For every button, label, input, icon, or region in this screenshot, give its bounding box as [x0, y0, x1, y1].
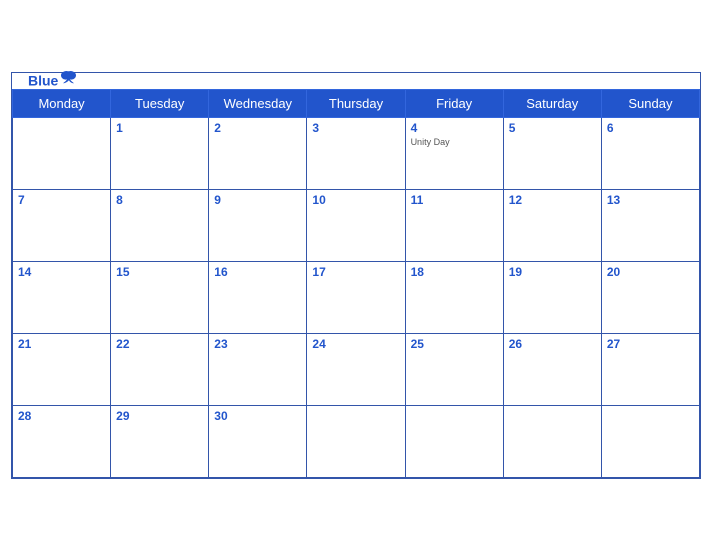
- calendar-cell: 9: [209, 189, 307, 261]
- day-number: 18: [411, 265, 498, 279]
- day-header-saturday: Saturday: [503, 89, 601, 117]
- calendar-header: Blue: [12, 73, 700, 89]
- calendar-cell: 17: [307, 261, 405, 333]
- calendar-cell: 5: [503, 117, 601, 189]
- calendar-cell: 7: [13, 189, 111, 261]
- logo-area: Blue: [28, 73, 58, 88]
- day-number: 24: [312, 337, 399, 351]
- day-header-wednesday: Wednesday: [209, 89, 307, 117]
- day-number: 9: [214, 193, 301, 207]
- calendar-cell: 23: [209, 333, 307, 405]
- calendar-cell: 15: [111, 261, 209, 333]
- week-row-4: 21 22 23 24 25 26 27: [13, 333, 700, 405]
- calendar-cell: 11: [405, 189, 503, 261]
- day-number: 2: [214, 121, 301, 135]
- calendar-cell: 19: [503, 261, 601, 333]
- day-number: 7: [18, 193, 105, 207]
- day-number: 28: [18, 409, 105, 423]
- day-number: 17: [312, 265, 399, 279]
- logo-bird-icon: [60, 69, 78, 87]
- day-number: 21: [18, 337, 105, 351]
- day-number: 25: [411, 337, 498, 351]
- day-header-tuesday: Tuesday: [111, 89, 209, 117]
- calendar-cell: [601, 405, 699, 477]
- calendar-cell: [503, 405, 601, 477]
- calendar-cell: 8: [111, 189, 209, 261]
- calendar-cell: [405, 405, 503, 477]
- day-header-monday: Monday: [13, 89, 111, 117]
- day-header-thursday: Thursday: [307, 89, 405, 117]
- day-number: 16: [214, 265, 301, 279]
- calendar-cell: 16: [209, 261, 307, 333]
- calendar-cell: 18: [405, 261, 503, 333]
- day-number: 15: [116, 265, 203, 279]
- day-number: 1: [116, 121, 203, 135]
- day-number: 6: [607, 121, 694, 135]
- day-number: 3: [312, 121, 399, 135]
- week-row-5: 28 29 30: [13, 405, 700, 477]
- calendar-table: MondayTuesdayWednesdayThursdayFridaySatu…: [12, 89, 700, 478]
- calendar-cell: 26: [503, 333, 601, 405]
- calendar-cell: 1: [111, 117, 209, 189]
- days-header-row: MondayTuesdayWednesdayThursdayFridaySatu…: [13, 89, 700, 117]
- day-number: 5: [509, 121, 596, 135]
- calendar-cell: 24: [307, 333, 405, 405]
- calendar-cell: 25: [405, 333, 503, 405]
- day-number: 19: [509, 265, 596, 279]
- calendar-container: Blue MondayTuesdayWednesdayThursdayFrida…: [11, 72, 701, 479]
- calendar-cell: 27: [601, 333, 699, 405]
- calendar-cell: 28: [13, 405, 111, 477]
- calendar-cell: 30: [209, 405, 307, 477]
- calendar-cell: 20: [601, 261, 699, 333]
- calendar-cell: 12: [503, 189, 601, 261]
- day-number: 20: [607, 265, 694, 279]
- day-number: 13: [607, 193, 694, 207]
- day-number: 4: [411, 121, 498, 135]
- calendar-cell: 14: [13, 261, 111, 333]
- day-number: 22: [116, 337, 203, 351]
- calendar-cell: 22: [111, 333, 209, 405]
- week-row-3: 14 15 16 17 18 19 20: [13, 261, 700, 333]
- calendar-cell: 3: [307, 117, 405, 189]
- day-header-sunday: Sunday: [601, 89, 699, 117]
- day-header-friday: Friday: [405, 89, 503, 117]
- calendar-cell: 21: [13, 333, 111, 405]
- day-number: 12: [509, 193, 596, 207]
- calendar-cell: [307, 405, 405, 477]
- day-number: 11: [411, 193, 498, 207]
- calendar-cell: 29: [111, 405, 209, 477]
- day-number: 26: [509, 337, 596, 351]
- day-number: 29: [116, 409, 203, 423]
- calendar-cell: 6: [601, 117, 699, 189]
- calendar-cell: 4 Unity Day: [405, 117, 503, 189]
- day-number: 27: [607, 337, 694, 351]
- event-label: Unity Day: [411, 137, 498, 147]
- day-number: 10: [312, 193, 399, 207]
- calendar-cell: 13: [601, 189, 699, 261]
- logo-blue-text: Blue: [28, 73, 58, 88]
- day-number: 8: [116, 193, 203, 207]
- day-number: 23: [214, 337, 301, 351]
- calendar-cell: [13, 117, 111, 189]
- day-number: 30: [214, 409, 301, 423]
- calendar-cell: 10: [307, 189, 405, 261]
- week-row-2: 789 10 11 12 13: [13, 189, 700, 261]
- calendar-cell: 2: [209, 117, 307, 189]
- day-number: 14: [18, 265, 105, 279]
- week-row-1: 1234 Unity Day 56: [13, 117, 700, 189]
